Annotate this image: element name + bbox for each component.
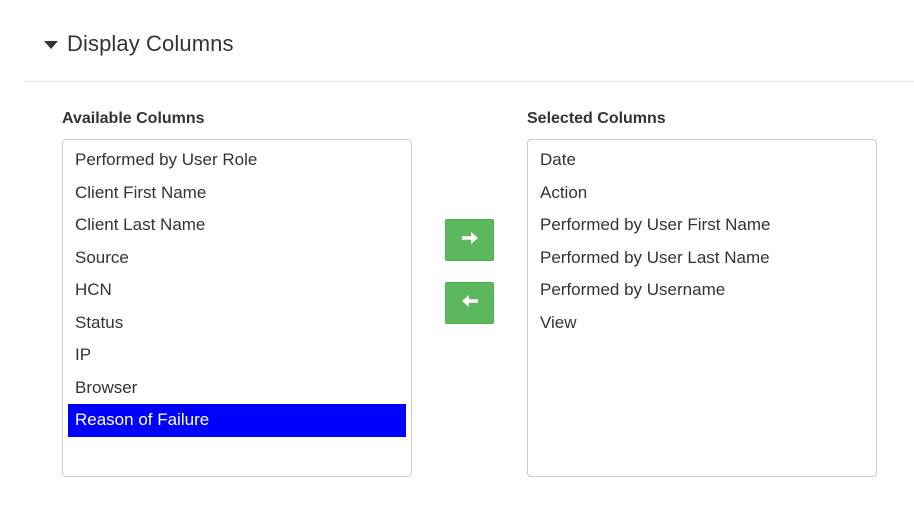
list-item[interactable]: Performed by User Last Name: [533, 242, 871, 275]
list-item[interactable]: Client Last Name: [68, 209, 406, 242]
display-columns-toggle[interactable]: Display Columns: [44, 29, 234, 59]
list-item-selected[interactable]: Reason of Failure: [68, 404, 406, 437]
list-item[interactable]: Browser: [68, 372, 406, 405]
available-columns-label: Available Columns: [62, 110, 205, 127]
list-item[interactable]: Client First Name: [68, 177, 406, 210]
arrow-left-icon: [460, 293, 480, 314]
arrow-right-icon: [460, 230, 480, 251]
list-item[interactable]: Performed by User First Name: [533, 209, 871, 242]
section-divider: [24, 81, 914, 82]
list-item[interactable]: Action: [533, 177, 871, 210]
list-item[interactable]: Performed by Username: [533, 274, 871, 307]
list-item[interactable]: Source: [68, 242, 406, 275]
list-item[interactable]: HCN: [68, 274, 406, 307]
list-item[interactable]: IP: [68, 339, 406, 372]
list-item[interactable]: Status: [68, 307, 406, 340]
add-column-button[interactable]: [445, 219, 494, 261]
remove-column-button[interactable]: [445, 282, 494, 324]
caret-down-icon: [44, 40, 58, 49]
available-columns-list[interactable]: Performed by User Role Client First Name…: [62, 139, 412, 477]
list-item[interactable]: Date: [533, 144, 871, 177]
selected-columns-label: Selected Columns: [527, 110, 666, 127]
list-item[interactable]: Performed by User Role: [68, 144, 406, 177]
section-title: Display Columns: [67, 31, 234, 56]
selected-columns-list[interactable]: Date Action Performed by User First Name…: [527, 139, 877, 477]
list-item[interactable]: View: [533, 307, 871, 340]
